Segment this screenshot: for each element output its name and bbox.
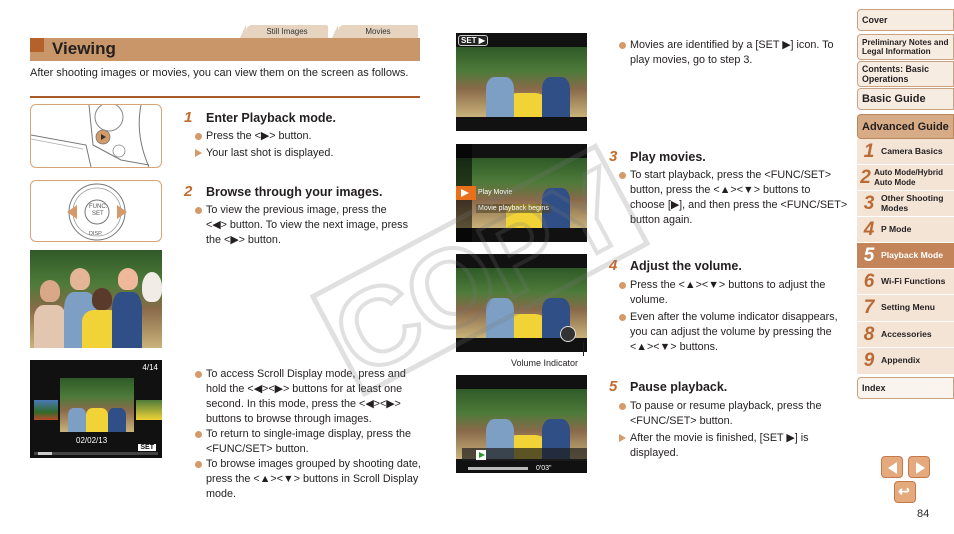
step-5-title: Pause playback. — [630, 380, 728, 394]
return-icon: ↩ — [898, 483, 910, 499]
step-3-title: Play movies. — [630, 150, 706, 164]
step-2-title: Browse through your images. — [206, 185, 383, 199]
step-4-number: 4 — [609, 257, 618, 274]
nav-chapter-7[interactable]: 7 Setting Menu — [857, 295, 954, 322]
back-button[interactable]: ↩ — [894, 481, 916, 503]
control-dial-illustration: FUNC. SET DISP. — [30, 180, 162, 242]
movie-note-bullet: Movies are identified by a [SET ▶] icon.… — [618, 38, 848, 68]
nav-chapter-9[interactable]: 9 Appendix — [857, 348, 954, 375]
nav-chapter-4[interactable]: 4P Mode — [857, 217, 954, 243]
step-3-bullet: To start playback, press the <FUNC/SET> … — [618, 168, 848, 228]
nav-advanced-guide[interactable]: Advanced Guide — [857, 114, 954, 139]
scroll-note: To return to single-image display, press… — [194, 427, 424, 457]
step-5-result: After the movie is finished, [SET ▶] is … — [618, 431, 848, 461]
set-label: SET — [92, 211, 104, 217]
step-1-result: Your last shot is displayed. — [194, 146, 424, 161]
step-1-number: 1 — [184, 109, 193, 126]
step-2-number: 2 — [184, 183, 193, 200]
step-2-bullet: To view the previous image, press the <◀… — [194, 203, 409, 248]
playback-time: 0'03" — [536, 465, 552, 472]
scroll-date: 02/02/13 — [76, 436, 108, 445]
nav-chapter-1[interactable]: 1 Camera Basics — [857, 139, 954, 165]
intro-text: After shooting images or movies, you can… — [30, 67, 409, 79]
camera-back-illustration — [30, 104, 162, 168]
disp-label: DISP. — [89, 231, 103, 237]
step-2-body: To view the previous image, press the <◀… — [194, 203, 409, 248]
tab-movies[interactable]: Movies — [332, 25, 418, 38]
movie-set-badge: SET ▶ — [458, 35, 488, 46]
nav-preliminary-notes[interactable]: Preliminary Notes and Legal Information — [857, 34, 954, 60]
scroll-notes: To access Scroll Display mode, press and… — [194, 367, 424, 502]
volume-indicator-caption: Volume Indicator — [511, 358, 579, 368]
set-back-icon: SET — [138, 444, 156, 451]
next-page-button[interactable] — [908, 456, 930, 478]
title-marker-icon — [30, 38, 44, 52]
step-1-title: Enter Playback mode. — [206, 111, 336, 125]
step-1-bullet: Press the <▶> button. — [194, 129, 424, 144]
step-3-body: To start playback, press the <FUNC/SET> … — [618, 168, 848, 228]
arrow-left-icon — [888, 462, 897, 474]
scroll-note: To browse images grouped by shooting dat… — [194, 457, 424, 502]
step-4-bullet: Press the <▲><▼> buttons to adjust the v… — [618, 278, 848, 308]
step-1-body: Press the <▶> button. Your last shot is … — [194, 129, 424, 161]
callout-line — [583, 342, 584, 356]
nav-contents-basic[interactable]: Contents: Basic Operations — [857, 61, 954, 87]
step-4-body: Press the <▲><▼> buttons to adjust the v… — [618, 278, 848, 355]
page-title: Viewing — [52, 39, 116, 58]
step-5-body: To pause or resume playback, press the <… — [618, 399, 848, 461]
tab-still-images[interactable]: Still Images — [240, 25, 328, 38]
movie-control-panel-screen: 0'03" — [456, 375, 587, 473]
play-icon — [479, 452, 485, 458]
divider — [30, 96, 420, 98]
nav-chapter-3[interactable]: 3 Other Shooting Modes — [857, 191, 954, 217]
volume-screen — [456, 254, 587, 352]
func-label: FUNC. — [89, 204, 108, 210]
nav-basic-guide[interactable]: Basic Guide — [857, 88, 954, 110]
movie-note: Movies are identified by a [SET ▶] icon.… — [618, 38, 848, 68]
arrow-right-icon — [916, 462, 925, 474]
movie-screen: SET ▶ — [456, 33, 587, 131]
scroll-display-screen: 4/14 02/02/13 SET — [30, 360, 162, 458]
step-4-bullet: Even after the volume indicator disappea… — [618, 310, 848, 355]
volume-indicator-icon — [560, 326, 576, 342]
step-3-number: 3 — [609, 148, 618, 165]
prev-page-button[interactable] — [881, 456, 903, 478]
scroll-note: To access Scroll Display mode, press and… — [194, 367, 424, 427]
play-icon — [461, 189, 469, 197]
nav-cover[interactable]: Cover — [857, 9, 954, 31]
image-counter: 4/14 — [142, 363, 158, 372]
menu-hint: Movie playback begins — [476, 204, 551, 213]
step-5-bullet: To pause or resume playback, press the <… — [618, 399, 848, 429]
nav-chapter-2[interactable]: 2 Auto Mode/Hybrid Auto Mode — [857, 165, 954, 191]
nav-chapter-8[interactable]: 8 Accessories — [857, 322, 954, 348]
nav-chapter-6[interactable]: 6 Wi-Fi Functions — [857, 269, 954, 295]
menu-play-movie: Play Movie — [478, 189, 513, 196]
step-4-title: Adjust the volume. — [630, 259, 742, 273]
playback-photo — [30, 250, 162, 348]
play-movie-menu-screen: Play Movie Movie playback begins — [456, 144, 587, 242]
nav-index[interactable]: Index — [857, 377, 954, 399]
nav-chapter-5[interactable]: 5 Playback Mode — [857, 243, 954, 269]
step-5-number: 5 — [609, 378, 618, 395]
page-number: 84 — [917, 508, 930, 520]
